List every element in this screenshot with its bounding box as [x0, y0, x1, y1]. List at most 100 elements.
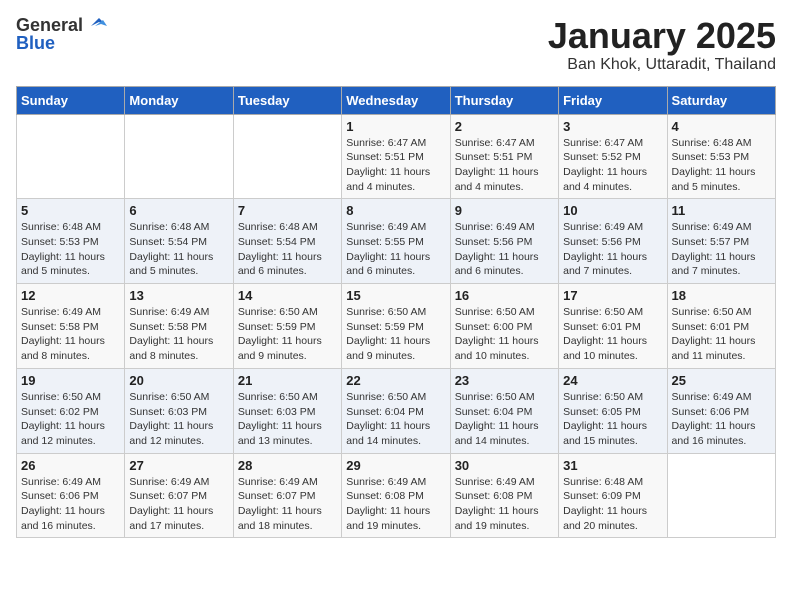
calendar-cell: 24 Sunrise: 6:50 AM Sunset: 6:05 PM Dayl… — [559, 368, 667, 453]
day-number: 4 — [672, 119, 771, 134]
day-number: 6 — [129, 203, 228, 218]
page-header: General Blue January 2025 Ban Khok, Utta… — [16, 16, 776, 74]
cell-sunrise: Sunrise: 6:50 AM — [455, 391, 535, 403]
calendar-cell: 26 Sunrise: 6:49 AM Sunset: 6:06 PM Dayl… — [17, 453, 125, 538]
cell-sunrise: Sunrise: 6:48 AM — [563, 476, 643, 488]
day-number: 31 — [563, 458, 662, 473]
weekday-header-friday: Friday — [559, 86, 667, 114]
calendar-cell — [667, 453, 775, 538]
cell-sunrise: Sunrise: 6:49 AM — [346, 221, 426, 233]
cell-daylight: Daylight: 11 hours and 15 minutes. — [563, 420, 647, 447]
day-number: 3 — [563, 119, 662, 134]
cell-sunset: Sunset: 6:05 PM — [563, 406, 641, 418]
cell-sunrise: Sunrise: 6:47 AM — [346, 137, 426, 149]
cell-sunset: Sunset: 6:08 PM — [455, 490, 533, 502]
calendar-cell: 6 Sunrise: 6:48 AM Sunset: 5:54 PM Dayli… — [125, 199, 233, 284]
calendar-table: SundayMondayTuesdayWednesdayThursdayFrid… — [16, 86, 776, 539]
cell-sunset: Sunset: 5:59 PM — [346, 321, 424, 333]
day-number: 7 — [238, 203, 337, 218]
calendar-cell: 30 Sunrise: 6:49 AM Sunset: 6:08 PM Dayl… — [450, 453, 558, 538]
day-number: 17 — [563, 288, 662, 303]
cell-daylight: Daylight: 11 hours and 14 minutes. — [455, 420, 539, 447]
cell-sunrise: Sunrise: 6:50 AM — [563, 391, 643, 403]
cell-sunrise: Sunrise: 6:48 AM — [238, 221, 318, 233]
cell-sunrise: Sunrise: 6:50 AM — [238, 391, 318, 403]
cell-sunset: Sunset: 5:51 PM — [346, 151, 424, 163]
calendar-cell: 22 Sunrise: 6:50 AM Sunset: 6:04 PM Dayl… — [342, 368, 450, 453]
cell-daylight: Daylight: 11 hours and 9 minutes. — [346, 335, 430, 362]
calendar-cell: 31 Sunrise: 6:48 AM Sunset: 6:09 PM Dayl… — [559, 453, 667, 538]
calendar-cell: 13 Sunrise: 6:49 AM Sunset: 5:58 PM Dayl… — [125, 284, 233, 369]
weekday-header-monday: Monday — [125, 86, 233, 114]
cell-sunset: Sunset: 6:07 PM — [129, 490, 207, 502]
day-number: 30 — [455, 458, 554, 473]
day-number: 20 — [129, 373, 228, 388]
day-number: 5 — [21, 203, 120, 218]
day-number: 14 — [238, 288, 337, 303]
day-number: 25 — [672, 373, 771, 388]
day-number: 26 — [21, 458, 120, 473]
cell-sunrise: Sunrise: 6:49 AM — [21, 476, 101, 488]
calendar-cell: 4 Sunrise: 6:48 AM Sunset: 5:53 PM Dayli… — [667, 114, 775, 199]
day-number: 13 — [129, 288, 228, 303]
calendar-cell: 11 Sunrise: 6:49 AM Sunset: 5:57 PM Dayl… — [667, 199, 775, 284]
calendar-cell: 21 Sunrise: 6:50 AM Sunset: 6:03 PM Dayl… — [233, 368, 341, 453]
cell-sunset: Sunset: 5:54 PM — [129, 236, 207, 248]
cell-daylight: Daylight: 11 hours and 5 minutes. — [21, 251, 105, 278]
cell-daylight: Daylight: 11 hours and 5 minutes. — [129, 251, 213, 278]
cell-sunrise: Sunrise: 6:50 AM — [455, 306, 535, 318]
cell-sunrise: Sunrise: 6:48 AM — [129, 221, 209, 233]
cell-sunset: Sunset: 5:56 PM — [455, 236, 533, 248]
day-number: 22 — [346, 373, 445, 388]
calendar-cell: 3 Sunrise: 6:47 AM Sunset: 5:52 PM Dayli… — [559, 114, 667, 199]
calendar-cell: 29 Sunrise: 6:49 AM Sunset: 6:08 PM Dayl… — [342, 453, 450, 538]
calendar-cell: 27 Sunrise: 6:49 AM Sunset: 6:07 PM Dayl… — [125, 453, 233, 538]
cell-daylight: Daylight: 11 hours and 4 minutes. — [455, 166, 539, 193]
logo-blue: Blue — [16, 34, 107, 52]
cell-sunrise: Sunrise: 6:50 AM — [129, 391, 209, 403]
cell-sunset: Sunset: 6:09 PM — [563, 490, 641, 502]
calendar-cell: 15 Sunrise: 6:50 AM Sunset: 5:59 PM Dayl… — [342, 284, 450, 369]
cell-sunrise: Sunrise: 6:49 AM — [672, 221, 752, 233]
weekday-header-wednesday: Wednesday — [342, 86, 450, 114]
calendar-cell: 7 Sunrise: 6:48 AM Sunset: 5:54 PM Dayli… — [233, 199, 341, 284]
cell-sunset: Sunset: 5:53 PM — [672, 151, 750, 163]
cell-sunrise: Sunrise: 6:50 AM — [563, 306, 643, 318]
cell-daylight: Daylight: 11 hours and 19 minutes. — [455, 505, 539, 532]
cell-sunset: Sunset: 6:03 PM — [129, 406, 207, 418]
logo-bird-icon — [85, 16, 107, 34]
day-number: 12 — [21, 288, 120, 303]
cell-sunset: Sunset: 6:04 PM — [455, 406, 533, 418]
calendar-cell: 17 Sunrise: 6:50 AM Sunset: 6:01 PM Dayl… — [559, 284, 667, 369]
cell-sunrise: Sunrise: 6:50 AM — [21, 391, 101, 403]
cell-sunset: Sunset: 5:57 PM — [672, 236, 750, 248]
calendar-week-row: 12 Sunrise: 6:49 AM Sunset: 5:58 PM Dayl… — [17, 284, 776, 369]
title-block: January 2025 Ban Khok, Uttaradit, Thaila… — [548, 16, 776, 74]
cell-daylight: Daylight: 11 hours and 12 minutes. — [21, 420, 105, 447]
cell-sunset: Sunset: 6:06 PM — [21, 490, 99, 502]
cell-sunset: Sunset: 5:54 PM — [238, 236, 316, 248]
cell-sunrise: Sunrise: 6:49 AM — [238, 476, 318, 488]
cell-daylight: Daylight: 11 hours and 14 minutes. — [346, 420, 430, 447]
cell-sunrise: Sunrise: 6:50 AM — [672, 306, 752, 318]
cell-daylight: Daylight: 11 hours and 7 minutes. — [672, 251, 756, 278]
weekday-header-sunday: Sunday — [17, 86, 125, 114]
calendar-cell: 12 Sunrise: 6:49 AM Sunset: 5:58 PM Dayl… — [17, 284, 125, 369]
cell-daylight: Daylight: 11 hours and 16 minutes. — [672, 420, 756, 447]
cell-sunset: Sunset: 6:07 PM — [238, 490, 316, 502]
calendar-cell: 8 Sunrise: 6:49 AM Sunset: 5:55 PM Dayli… — [342, 199, 450, 284]
calendar-cell: 9 Sunrise: 6:49 AM Sunset: 5:56 PM Dayli… — [450, 199, 558, 284]
cell-sunset: Sunset: 5:52 PM — [563, 151, 641, 163]
cell-sunrise: Sunrise: 6:47 AM — [455, 137, 535, 149]
calendar-cell: 20 Sunrise: 6:50 AM Sunset: 6:03 PM Dayl… — [125, 368, 233, 453]
weekday-header-row: SundayMondayTuesdayWednesdayThursdayFrid… — [17, 86, 776, 114]
cell-sunset: Sunset: 5:59 PM — [238, 321, 316, 333]
cell-daylight: Daylight: 11 hours and 8 minutes. — [21, 335, 105, 362]
cell-sunrise: Sunrise: 6:50 AM — [346, 306, 426, 318]
cell-daylight: Daylight: 11 hours and 9 minutes. — [238, 335, 322, 362]
calendar-cell: 5 Sunrise: 6:48 AM Sunset: 5:53 PM Dayli… — [17, 199, 125, 284]
cell-sunset: Sunset: 6:03 PM — [238, 406, 316, 418]
calendar-week-row: 1 Sunrise: 6:47 AM Sunset: 5:51 PM Dayli… — [17, 114, 776, 199]
cell-daylight: Daylight: 11 hours and 5 minutes. — [672, 166, 756, 193]
day-number: 18 — [672, 288, 771, 303]
